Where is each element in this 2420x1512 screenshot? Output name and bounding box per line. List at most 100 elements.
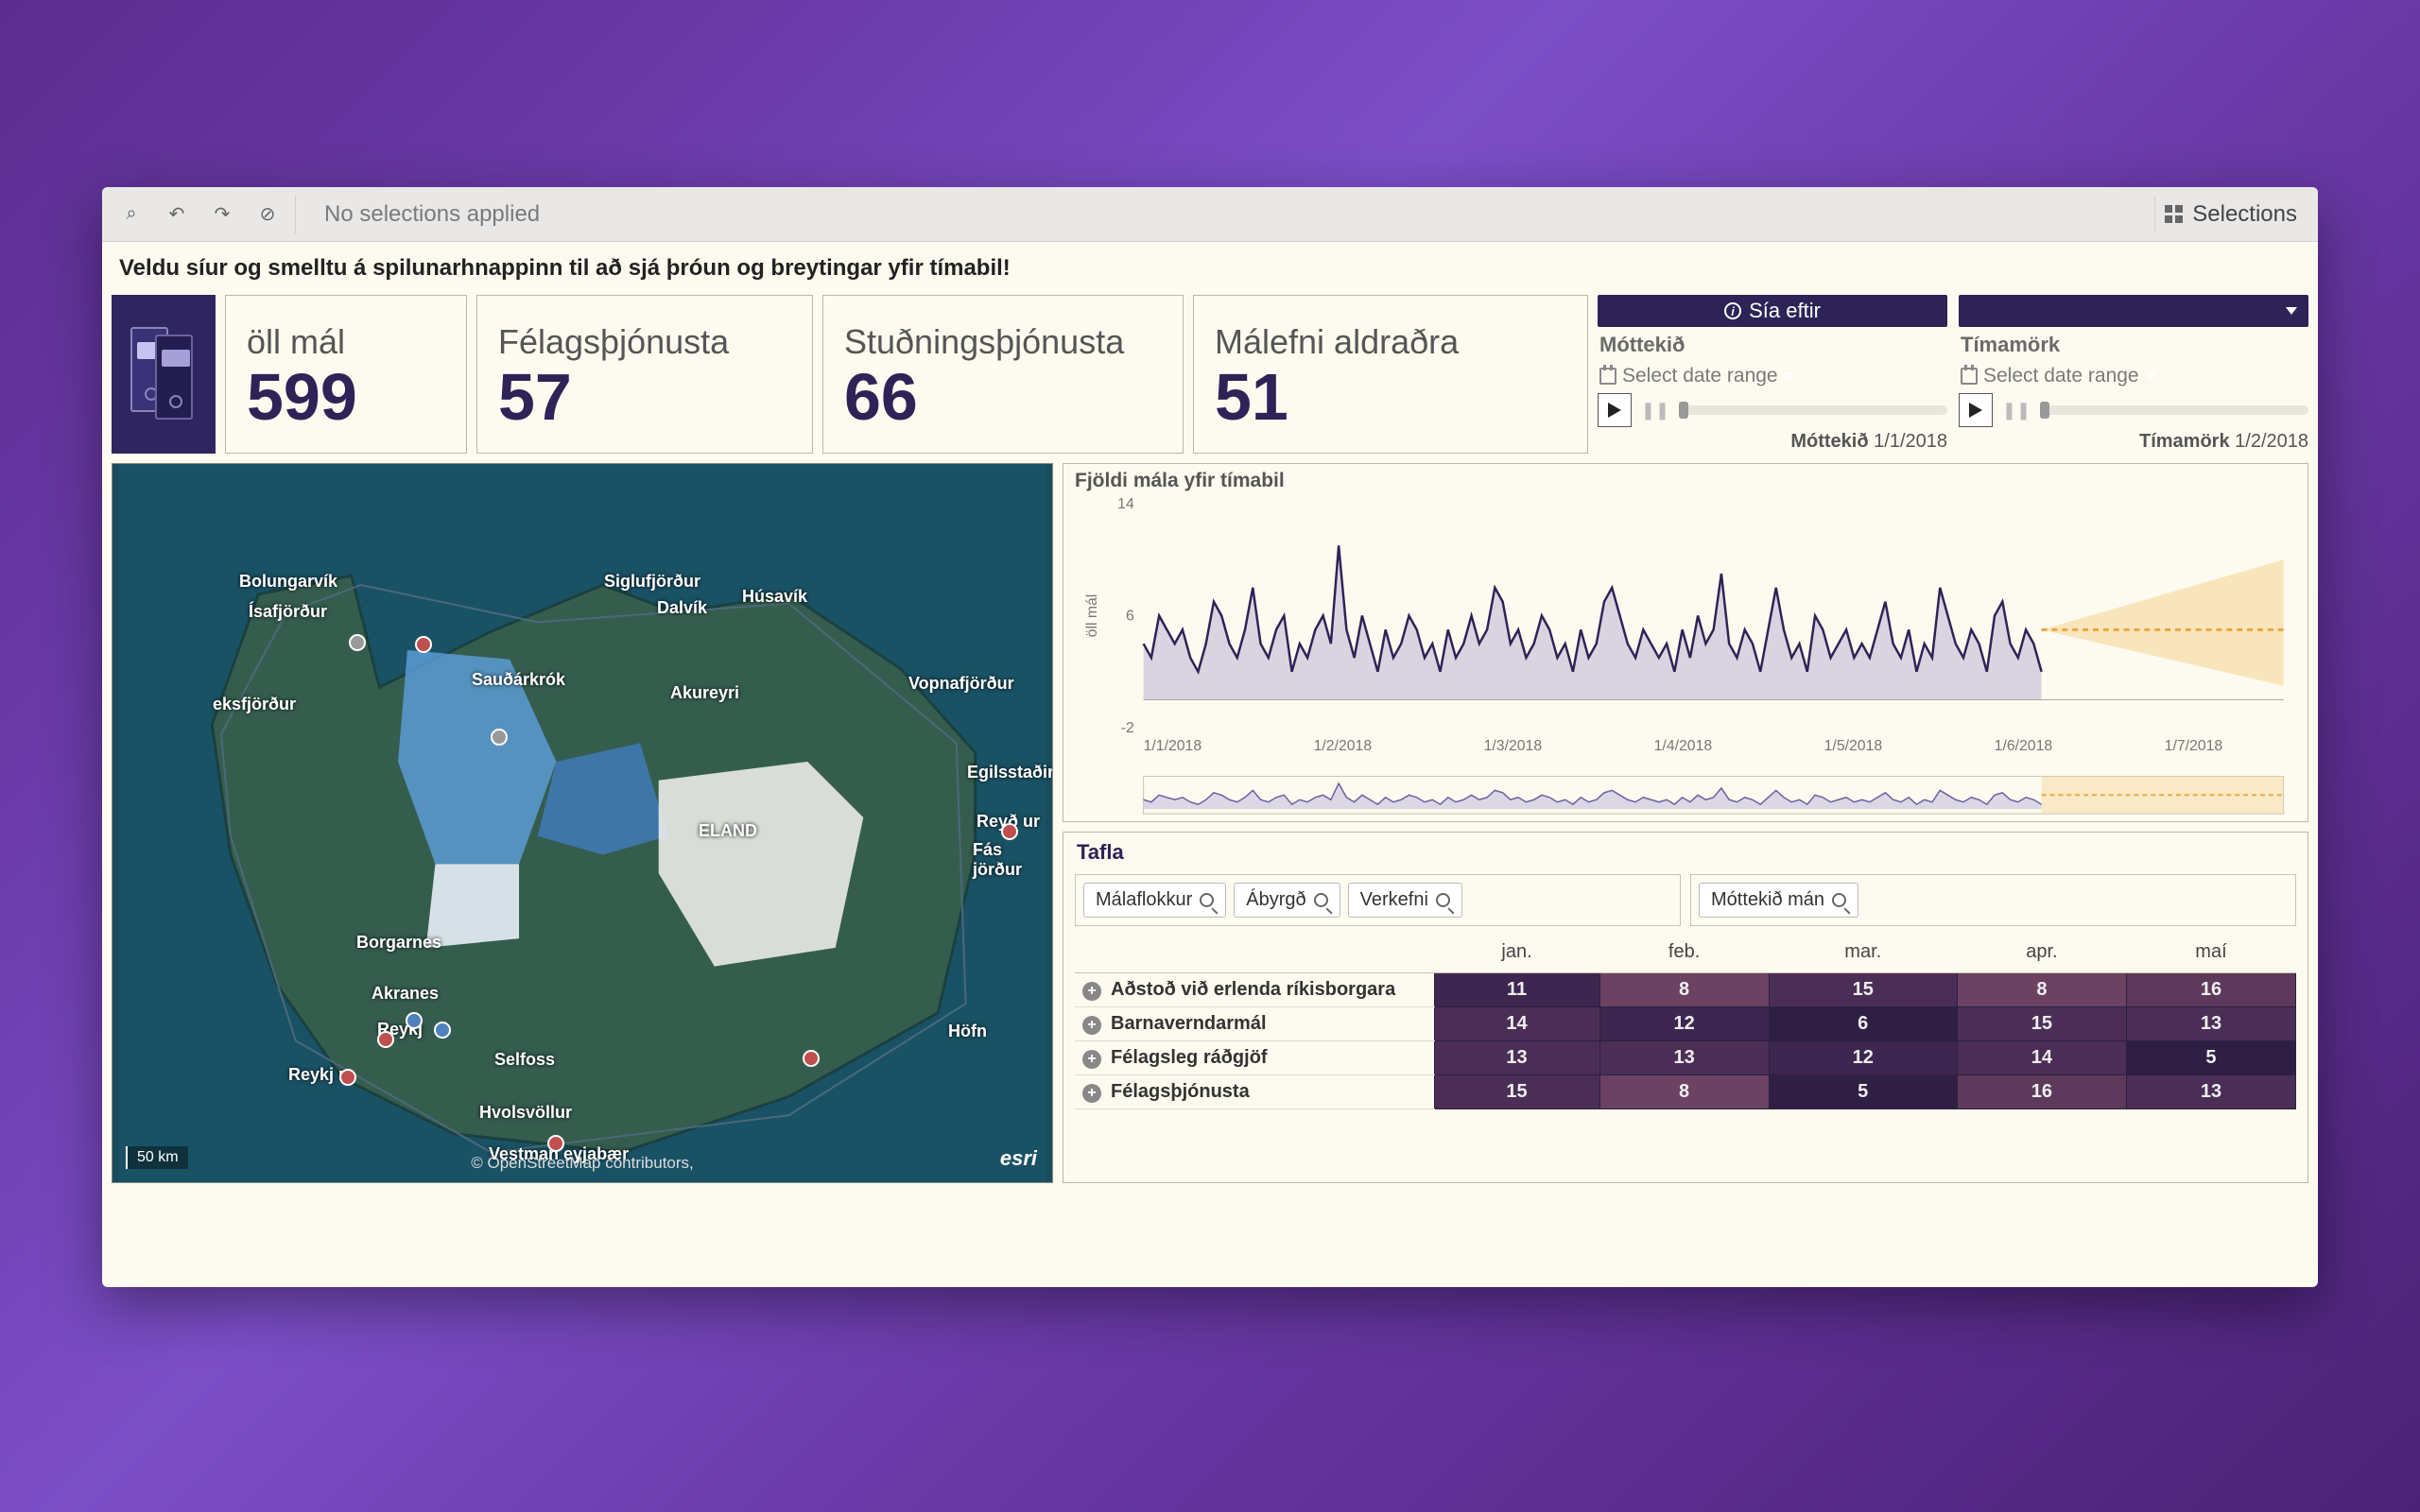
data-cell[interactable]: 11 [1434, 973, 1599, 1007]
svg-text:öll mál: öll mál [1084, 594, 1100, 638]
col-header[interactable]: maí [2126, 932, 2295, 973]
svg-text:1/4/2018: 1/4/2018 [1654, 738, 1713, 754]
expand-icon[interactable]: + [1082, 1050, 1101, 1069]
table-title: Tafla [1063, 833, 2308, 868]
filter-header-right[interactable] [1959, 295, 2308, 327]
data-cell[interactable]: 15 [1957, 1007, 2126, 1041]
kpi-folder-icon [112, 295, 216, 454]
data-cell[interactable]: 6 [1769, 1007, 1957, 1041]
dimension-button[interactable]: Ábyrgð [1234, 883, 1340, 918]
row-header[interactable]: +Barnaverndarmál [1075, 1007, 1434, 1041]
smart-search-button[interactable]: ⌕ [113, 197, 149, 232]
current-date-deadline: Tímamörk 1/2/2018 [1959, 431, 2308, 453]
map-place-label: Hvolsvöllur [479, 1103, 572, 1123]
filter-label-received: Móttekið [1598, 331, 1947, 359]
right-column: Fjöldi mála yfir tímabil -2614öll mál1/1… [1063, 463, 2308, 1183]
row-header[interactable]: +Félagsþjónusta [1075, 1075, 1434, 1109]
data-cell[interactable]: 16 [2126, 973, 2295, 1007]
dimension-button[interactable]: Móttekið mán [1699, 883, 1858, 918]
pause-button[interactable]: ❚❚ [1641, 396, 1669, 424]
date-range-received[interactable]: Select date range [1598, 363, 1947, 389]
col-header[interactable]: jan. [1434, 932, 1599, 973]
data-cell[interactable]: 15 [1434, 1075, 1599, 1109]
row-header[interactable]: +Aðstoð við erlenda ríkisborgara [1075, 973, 1434, 1007]
data-cell[interactable]: 16 [1957, 1075, 2126, 1109]
play-controls-deadline: ❚❚ [1959, 393, 2308, 427]
svg-text:-2: -2 [1121, 720, 1134, 736]
data-cell[interactable]: 14 [1957, 1041, 2126, 1075]
dimension-button[interactable]: Málaflokkur [1083, 883, 1226, 918]
kpi-title: Málefni aldraðra [1215, 322, 1566, 362]
selections-label[interactable]: Selections [2192, 201, 2297, 228]
map-place-label: Reykj r [288, 1065, 345, 1085]
selections-tool-icon[interactable] [2165, 205, 2183, 223]
chart-svg: -2614öll mál1/1/20181/2/20181/3/20181/4/… [1063, 494, 2308, 821]
data-cell[interactable]: 12 [1769, 1041, 1957, 1075]
expand-icon[interactable]: + [1082, 1084, 1101, 1103]
time-slider[interactable] [2040, 405, 2308, 415]
step-back-button[interactable]: ↶ [159, 197, 195, 232]
kpi-row: öll mál 599 Félagsþjónusta 57 Stuðningsþ… [102, 295, 2318, 463]
data-cell[interactable]: 8 [1599, 973, 1769, 1007]
data-cell[interactable]: 12 [1599, 1007, 1769, 1041]
map-marker[interactable] [491, 729, 508, 746]
dashboard-window: ⌕ ↶ ↷ ⊘ No selections applied Selections… [102, 187, 2318, 1287]
map-marker[interactable] [803, 1050, 820, 1067]
timeseries-chart[interactable]: Fjöldi mála yfir tímabil -2614öll mál1/1… [1063, 463, 2308, 822]
map-place-label: Höfn [948, 1022, 987, 1041]
data-cell[interactable]: 8 [1957, 973, 2126, 1007]
date-range-deadline[interactable]: Select date range [1959, 363, 2308, 389]
kpi-title: Stuðningsþjónusta [844, 322, 1162, 362]
play-button[interactable] [1598, 393, 1632, 427]
filter-label-deadline: Tímamörk [1959, 331, 2308, 359]
map-place-label: Akranes [372, 984, 439, 1004]
kpi-elderly-affairs[interactable]: Málefni aldraðra 51 [1193, 295, 1588, 454]
data-cell[interactable]: 15 [1769, 973, 1957, 1007]
data-cell[interactable]: 8 [1599, 1075, 1769, 1109]
pivot-table: Tafla MálaflokkurÁbyrgðVerkefni Móttekið… [1063, 832, 2308, 1183]
map[interactable]: BolungarvíkÍsafjörðureksfjörðurSiglufjör… [112, 463, 1053, 1183]
filter-header-left[interactable]: i Sía eftir [1598, 295, 1947, 327]
map-marker[interactable] [406, 1012, 423, 1029]
data-cell[interactable]: 13 [2126, 1075, 2295, 1109]
map-place-label: Borgarnes [356, 933, 441, 953]
data-cell[interactable]: 5 [2126, 1041, 2295, 1075]
svg-text:1/2/2018: 1/2/2018 [1314, 738, 1373, 754]
pause-button[interactable]: ❚❚ [2002, 396, 2031, 424]
data-cell[interactable]: 14 [1434, 1007, 1599, 1041]
col-dimensions: Móttekið mán [1690, 874, 2296, 926]
play-button[interactable] [1959, 393, 1993, 427]
data-cell[interactable]: 13 [2126, 1007, 2295, 1041]
kpi-support-services[interactable]: Stuðningsþjónusta 66 [822, 295, 1184, 454]
svg-text:6: 6 [1126, 608, 1134, 624]
col-header[interactable]: mar. [1769, 932, 1957, 973]
clear-selections-button[interactable]: ⊘ [250, 197, 285, 232]
expand-icon[interactable]: + [1082, 1016, 1101, 1035]
map-place-label: Akureyri [670, 683, 739, 703]
time-slider[interactable] [1679, 405, 1947, 415]
kpi-title: Félagsþjónusta [498, 322, 791, 362]
svg-text:1/7/2018: 1/7/2018 [2165, 738, 2223, 754]
dimension-button[interactable]: Verkefni [1348, 883, 1462, 918]
search-icon [1200, 893, 1214, 907]
map-marker[interactable] [415, 636, 432, 653]
map-marker[interactable] [377, 1031, 394, 1048]
map-marker[interactable] [1001, 823, 1018, 840]
data-grid[interactable]: jan.feb.mar.apr.maí +Aðstoð við erlenda r… [1063, 932, 2308, 1182]
row-header[interactable]: +Félagsleg ráðgjöf [1075, 1041, 1434, 1075]
map-marker[interactable] [349, 634, 366, 651]
kpi-social-services[interactable]: Félagsþjónusta 57 [476, 295, 813, 454]
expand-icon[interactable]: + [1082, 982, 1101, 1001]
col-header[interactable]: apr. [1957, 932, 2126, 973]
map-place-label: Dalvík [657, 598, 707, 618]
col-header[interactable]: feb. [1599, 932, 1769, 973]
svg-text:1/6/2018: 1/6/2018 [1995, 738, 2053, 754]
data-cell[interactable]: 13 [1434, 1041, 1599, 1075]
data-cell[interactable]: 13 [1599, 1041, 1769, 1075]
step-forward-button[interactable]: ↷ [204, 197, 240, 232]
map-marker[interactable] [339, 1069, 356, 1086]
map-marker[interactable] [434, 1022, 451, 1039]
map-marker[interactable] [547, 1135, 564, 1152]
data-cell[interactable]: 5 [1769, 1075, 1957, 1109]
kpi-all-cases[interactable]: öll mál 599 [225, 295, 467, 454]
